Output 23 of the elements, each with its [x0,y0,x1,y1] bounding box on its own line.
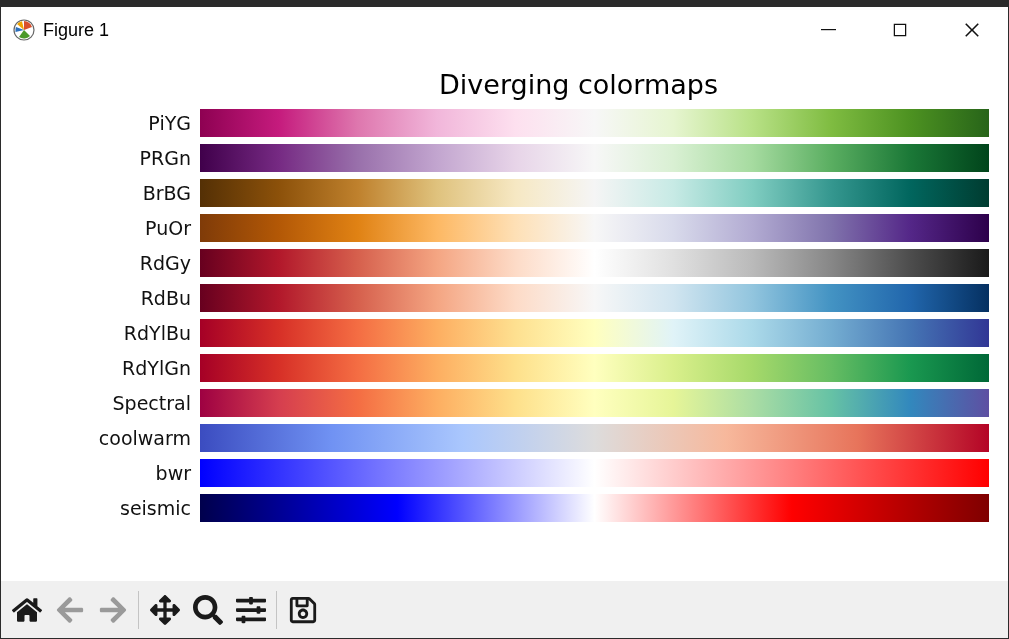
forward-arrow-icon [97,594,128,625]
move-arrows-icon [149,594,180,625]
close-icon [962,20,982,40]
colormap-label: seismic [119,496,191,521]
colormap-label: RdBu [139,286,191,311]
colormap-label: BrBG [141,181,191,206]
colormap-label: coolwarm [97,426,191,451]
colormap-label: bwr [154,461,191,486]
figure-title: Diverging colormaps [439,68,719,102]
colormap-label: RdGy [138,251,191,276]
back-arrow-icon [54,594,85,625]
colormap-label: Spectral [111,391,191,416]
window-title: Figure 1 [43,19,111,41]
minimize-icon [820,29,836,31]
colormap-label: PiYG [147,111,191,136]
save-icon [287,594,318,625]
app-logo-icon [13,19,35,41]
colormap-label: PRGn [138,146,191,171]
colormap-label: RdYlGn [121,356,191,381]
colormap-label: RdYlBu [122,321,191,346]
magnifier-icon [192,594,223,625]
colormap-label: PuOr [144,216,191,241]
sliders-icon [235,594,266,625]
